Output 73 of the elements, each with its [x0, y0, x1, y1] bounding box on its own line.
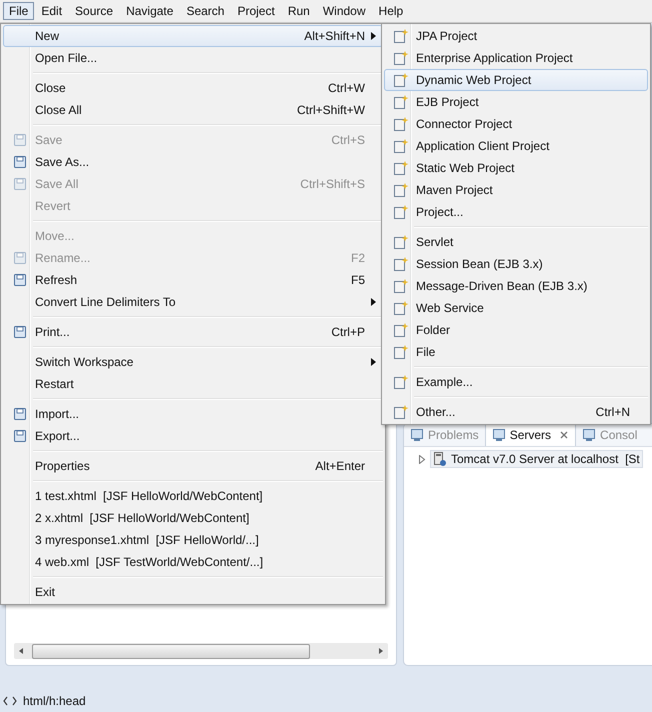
- view-icon: [492, 428, 506, 442]
- menu-item[interactable]: Exit: [3, 581, 383, 603]
- menu-item[interactable]: Convert Line Delimiters To: [3, 291, 383, 313]
- menu-item[interactable]: Properties Alt+Enter: [3, 455, 383, 477]
- menu-item[interactable]: Export...: [3, 425, 383, 447]
- new-wizard-icon: [392, 374, 408, 390]
- server-label: Tomcat v7.0 Server at localhost [St: [451, 452, 640, 466]
- menu-item[interactable]: New Alt+Shift+N: [3, 25, 383, 47]
- expand-arrow-icon[interactable]: [418, 454, 426, 464]
- new-wizard-icon: [392, 138, 408, 154]
- menu-item[interactable]: Maven Project: [384, 179, 648, 201]
- menu-item[interactable]: Import...: [3, 403, 383, 425]
- menu-bar-item[interactable]: File: [3, 2, 34, 20]
- new-wizard-icon: [392, 234, 408, 250]
- menu-item[interactable]: 2 x.xhtml [JSF HelloWorld/WebContent]: [3, 507, 383, 529]
- menu-item[interactable]: Folder: [384, 319, 648, 341]
- menu-item[interactable]: Enterprise Application Project: [384, 47, 648, 69]
- menu-bar-item[interactable]: Help: [372, 2, 410, 20]
- view-icon: [582, 428, 596, 442]
- menu-item[interactable]: Save As...: [3, 151, 383, 173]
- menu-item[interactable]: Application Client Project: [384, 135, 648, 157]
- new-wizard-icon: [392, 404, 408, 420]
- server-tree-item[interactable]: Tomcat v7.0 Server at localhost [St: [430, 450, 643, 468]
- menu-item[interactable]: EJB Project: [384, 91, 648, 113]
- new-wizard-icon: [392, 278, 408, 294]
- new-wizard-icon: [392, 72, 408, 88]
- view-icon: [410, 428, 424, 442]
- menu-bar-item[interactable]: Project: [231, 2, 281, 20]
- status-path: html/h:head: [23, 694, 86, 708]
- menu-item[interactable]: Project...: [384, 201, 648, 223]
- new-wizard-icon: [392, 204, 408, 220]
- menu-bar-item[interactable]: Run: [282, 2, 316, 20]
- new-wizard-icon: [392, 182, 408, 198]
- menu-item[interactable]: Open File...: [3, 47, 383, 69]
- menu-bar-item[interactable]: Navigate: [120, 2, 180, 20]
- new-wizard-icon: [392, 300, 408, 316]
- menu-item[interactable]: Restart: [3, 373, 383, 395]
- horizontal-scrollbar[interactable]: [14, 643, 388, 659]
- view-tab[interactable]: Servers: [484, 424, 576, 446]
- menu-item[interactable]: Message-Driven Bean (EJB 3.x): [384, 275, 648, 297]
- menu-item[interactable]: Session Bean (EJB 3.x): [384, 253, 648, 275]
- menu-item[interactable]: Other... Ctrl+N: [384, 401, 648, 423]
- new-wizard-icon: [392, 160, 408, 176]
- menu-item[interactable]: JPA Project: [384, 25, 648, 47]
- new-wizard-icon: [392, 344, 408, 360]
- new-wizard-icon: [392, 256, 408, 272]
- menu-item[interactable]: Example...: [384, 371, 648, 393]
- new-wizard-icon: [392, 50, 408, 66]
- new-wizard-icon: [392, 28, 408, 44]
- menu-item[interactable]: 3 myresponse1.xhtml [JSF HelloWorld/...]: [3, 529, 383, 551]
- menu-item[interactable]: Dynamic Web Project: [384, 69, 648, 91]
- menu-bar-item[interactable]: Search: [180, 2, 230, 20]
- menu-item[interactable]: Web Service: [384, 297, 648, 319]
- new-wizard-icon: [392, 94, 408, 110]
- menu-bar-item[interactable]: Edit: [35, 2, 68, 20]
- menu-item[interactable]: Print... Ctrl+P: [3, 321, 383, 343]
- menu-item[interactable]: 1 test.xhtml [JSF HelloWorld/WebContent]: [3, 485, 383, 507]
- close-icon[interactable]: [559, 430, 570, 440]
- menu-item[interactable]: Close Ctrl+W: [3, 77, 383, 99]
- menu-bar-item[interactable]: Window: [316, 2, 372, 20]
- new-wizard-icon: [392, 322, 408, 338]
- menu-bar-item[interactable]: Source: [69, 2, 120, 20]
- menu-item[interactable]: File: [384, 341, 648, 363]
- menu-item[interactable]: Refresh F5: [3, 269, 383, 291]
- menu-item[interactable]: Servlet: [384, 231, 648, 253]
- menu-item[interactable]: 4 web.xml [JSF TestWorld/WebContent/...]: [3, 551, 383, 573]
- server-icon: [433, 451, 447, 467]
- menu-item[interactable]: Static Web Project: [384, 157, 648, 179]
- new-wizard-icon: [392, 116, 408, 132]
- menu-item[interactable]: Switch Workspace: [3, 351, 383, 373]
- code-element-icon: [3, 696, 17, 706]
- menu-item[interactable]: Close All Ctrl+Shift+W: [3, 99, 383, 121]
- menu-item[interactable]: Connector Project: [384, 113, 648, 135]
